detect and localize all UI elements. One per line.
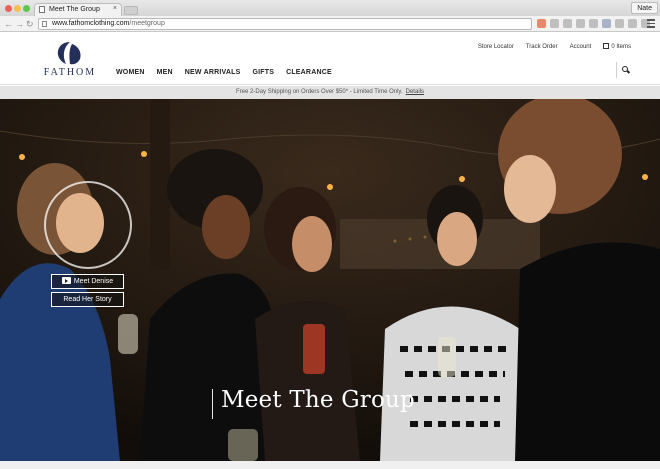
extension-icon[interactable] [550, 19, 559, 28]
address-bar[interactable]: www.fathomclothing.com/meetgroup [38, 18, 532, 30]
page-icon [39, 6, 45, 13]
store-locator-link[interactable]: Store Locator [478, 44, 514, 50]
cart-link[interactable]: 0 Items [603, 43, 631, 50]
browser-toolbar: ← → ↻ www.fathomclothing.com/meetgroup [0, 16, 660, 32]
tab-close-icon[interactable]: × [113, 5, 117, 12]
forward-arrow-icon[interactable]: → [15, 18, 24, 30]
nav-clearance[interactable]: CLEARANCE [286, 69, 332, 76]
reload-icon[interactable]: ↻ [26, 18, 34, 30]
nav-men[interactable]: MEN [157, 69, 173, 76]
window-bottom-edge [0, 461, 660, 469]
extension-icon[interactable] [602, 19, 611, 28]
main-nav: WOMEN MEN NEW ARRIVALS GIFTS CLEARANCE [116, 69, 332, 76]
browser-title-bar: Meet The Group × Nate [0, 0, 660, 16]
profile-button[interactable]: Nate [631, 2, 658, 14]
account-link[interactable]: Account [570, 44, 592, 50]
extension-icon[interactable] [628, 19, 637, 28]
extension-icon[interactable] [576, 19, 585, 28]
promo-details-link[interactable]: Details [406, 89, 424, 95]
title-divider [212, 389, 213, 419]
url-path: /meetgroup [129, 20, 165, 27]
extension-icon[interactable] [615, 19, 624, 28]
extension-icon[interactable] [589, 19, 598, 28]
featured-person-circle[interactable] [44, 181, 132, 269]
fathom-logo[interactable]: FATHOM [40, 40, 100, 82]
promo-text: Free 2-Day Shipping on Orders Over $50* … [236, 89, 403, 95]
site-header: FATHOM WOMEN MEN NEW ARRIVALS GIFTS CLEA… [0, 33, 660, 85]
extension-icon[interactable] [563, 19, 572, 28]
utility-nav: Store Locator Track Order Account 0 Item… [478, 43, 631, 50]
logo-mark-icon [57, 42, 81, 65]
browser-tab[interactable]: Meet The Group × [34, 3, 122, 16]
minimize-window-icon[interactable] [14, 5, 21, 12]
close-window-icon[interactable] [5, 5, 12, 12]
hamburger-menu-icon[interactable] [647, 19, 655, 28]
play-icon [61, 277, 71, 284]
meet-denise-button[interactable]: Meet Denise [51, 274, 124, 289]
shopping-bag-icon [603, 43, 610, 49]
hero-banner: Meet Denise Read Her Story Meet The Grou… [0, 99, 660, 461]
extension-icon[interactable] [537, 19, 546, 28]
promo-banner: Free 2-Day Shipping on Orders Over $50* … [0, 86, 660, 99]
meet-button-label: Meet Denise [73, 278, 114, 285]
cart-count: 0 Items [611, 44, 631, 50]
track-order-link[interactable]: Track Order [526, 44, 558, 50]
url-host: www.fathomclothing.com [52, 20, 130, 27]
logo-text: FATHOM [43, 67, 97, 78]
nav-gifts[interactable]: GIFTS [252, 69, 274, 76]
tab-title: Meet The Group [49, 6, 100, 13]
back-arrow-icon[interactable]: ← [4, 18, 13, 30]
read-her-story-button[interactable]: Read Her Story [51, 292, 124, 307]
nav-women[interactable]: WOMEN [116, 69, 145, 76]
nav-new-arrivals[interactable]: NEW ARRIVALS [185, 69, 241, 76]
hero-title: Meet The Group [221, 387, 415, 413]
search-button[interactable] [616, 62, 631, 78]
zoom-window-icon[interactable] [23, 5, 30, 12]
new-tab-button[interactable] [124, 6, 138, 15]
page-icon [42, 21, 47, 27]
